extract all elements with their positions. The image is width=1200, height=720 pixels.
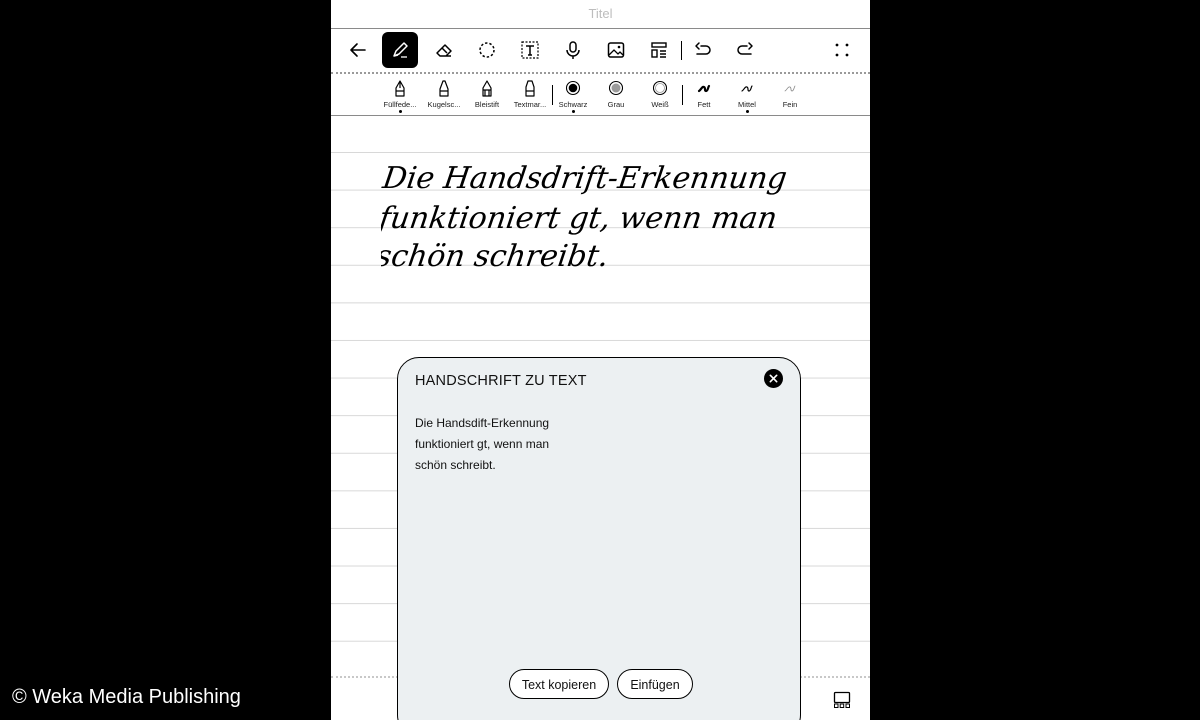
option-label: Schwarz bbox=[558, 100, 588, 109]
eraser-icon bbox=[436, 44, 452, 57]
more-button[interactable] bbox=[824, 32, 860, 68]
insert-button[interactable]: Einfügen bbox=[617, 669, 693, 699]
selected-indicator bbox=[398, 110, 402, 113]
lasso-icon bbox=[479, 42, 495, 58]
page-overview-icon[interactable] bbox=[833, 691, 851, 709]
close-button[interactable] bbox=[764, 369, 783, 388]
stroke-fine-icon bbox=[784, 85, 796, 92]
fountain-pen-icon bbox=[395, 80, 405, 97]
pen-tool-button[interactable] bbox=[382, 32, 418, 68]
panel-title: HANDSCHRIFT ZU TEXT bbox=[415, 373, 587, 389]
color-black-option[interactable]: Schwarz bbox=[551, 79, 595, 113]
pencil-icon bbox=[482, 80, 492, 97]
width-bold-option[interactable]: Fett bbox=[682, 79, 726, 109]
pen-pencil-option[interactable]: Bleistift bbox=[465, 79, 509, 109]
back-arrow-icon bbox=[350, 43, 366, 57]
recognized-line: Die Handsdift-Erkennung bbox=[415, 416, 550, 430]
copyright-credit: © Weka Media Publishing bbox=[12, 686, 241, 708]
pen-options-bar: Füllfede... Kugelsc... Bleistift Textmar… bbox=[331, 75, 870, 116]
handwriting-strokes: Die Handsdrift-Erkennung funktioniert gt… bbox=[374, 161, 790, 274]
template-icon bbox=[651, 42, 667, 58]
width-fine-option[interactable]: Fein bbox=[768, 79, 812, 109]
recognized-line: funktioniert gt, wenn man bbox=[415, 437, 550, 451]
pen-ballpoint-option[interactable]: Kugelsc... bbox=[422, 79, 466, 109]
tablet-screen: Titel Füllfede... Kugelsc... Bleistift T… bbox=[331, 0, 870, 720]
option-label: Bleistift bbox=[474, 100, 500, 109]
text-box-icon bbox=[521, 41, 539, 59]
option-label: Kugelsc... bbox=[427, 100, 461, 109]
back-button[interactable] bbox=[340, 32, 376, 68]
lasso-tool-button[interactable] bbox=[469, 32, 505, 68]
handwriting-to-text-panel: HANDSCHRIFT ZU TEXT Die Handsdift-Erkenn… bbox=[397, 357, 801, 720]
handwritten-note[interactable]: Die Handsdrift-Erkennung funktioniert gt… bbox=[374, 150, 801, 279]
option-label: Grau bbox=[607, 100, 625, 109]
image-tool-button[interactable] bbox=[598, 32, 634, 68]
toolbar-separator bbox=[331, 72, 870, 74]
option-label: Mittel bbox=[738, 100, 756, 109]
selected-indicator bbox=[571, 110, 575, 113]
voice-tool-button[interactable] bbox=[555, 32, 591, 68]
pen-marker-option[interactable]: Textmar... bbox=[508, 79, 552, 109]
handwriting-line-3: schön schreibt. bbox=[381, 239, 611, 274]
main-toolbar bbox=[331, 29, 870, 71]
template-tool-button[interactable] bbox=[641, 32, 677, 68]
option-label: Fein bbox=[782, 100, 798, 109]
handwriting-line-2: funktioniert gt, wenn man bbox=[381, 201, 779, 236]
option-label: Füllfede... bbox=[383, 100, 417, 109]
pen-icon bbox=[393, 42, 408, 58]
copy-text-button[interactable]: Text kopieren bbox=[509, 669, 609, 699]
option-label: Weiß bbox=[651, 100, 669, 109]
selected-indicator bbox=[745, 110, 749, 113]
width-medium-option[interactable]: Mittel bbox=[725, 79, 769, 113]
color-white-swatch-icon bbox=[652, 80, 668, 96]
marker-icon bbox=[525, 80, 535, 97]
more-icon bbox=[835, 43, 849, 57]
eraser-tool-button[interactable] bbox=[426, 32, 462, 68]
option-label: Fett bbox=[697, 100, 711, 109]
toolbar-divider bbox=[681, 41, 682, 60]
undo-icon bbox=[695, 42, 711, 55]
option-label: Textmar... bbox=[513, 100, 547, 109]
handwriting-line-1: Die Handsdrift-Erkennung bbox=[381, 161, 789, 196]
microphone-icon bbox=[566, 41, 580, 59]
pen-fountain-option[interactable]: Füllfede... bbox=[378, 79, 422, 113]
undo-button[interactable] bbox=[685, 32, 721, 68]
close-icon bbox=[769, 374, 778, 383]
color-gray-option[interactable]: Grau bbox=[594, 79, 638, 109]
redo-button[interactable] bbox=[727, 32, 763, 68]
color-white-option[interactable]: Weiß bbox=[638, 79, 682, 109]
recognized-text[interactable]: Die Handsdift-Erkennung funktioniert gt,… bbox=[415, 413, 549, 476]
stroke-bold-icon bbox=[697, 84, 711, 93]
text-tool-button[interactable] bbox=[512, 32, 548, 68]
note-title[interactable]: Titel bbox=[331, 0, 870, 29]
color-black-swatch-icon bbox=[565, 80, 581, 96]
color-gray-swatch-icon bbox=[608, 80, 624, 96]
redo-icon bbox=[737, 42, 753, 55]
image-icon bbox=[607, 42, 625, 58]
ballpoint-pen-icon bbox=[439, 80, 449, 97]
stroke-medium-icon bbox=[741, 85, 753, 92]
recognized-line: schön schreibt. bbox=[415, 458, 496, 472]
